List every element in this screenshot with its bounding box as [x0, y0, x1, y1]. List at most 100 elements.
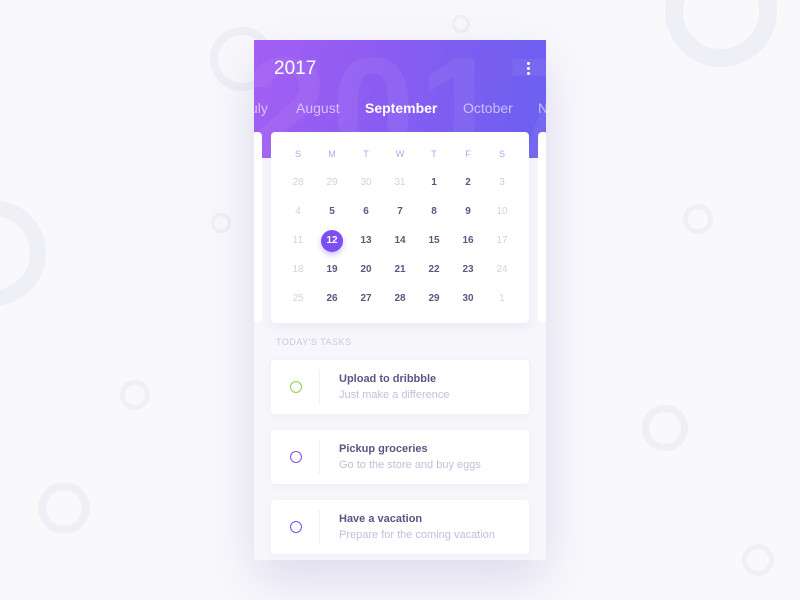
divider — [319, 370, 320, 404]
day-number: 2 — [465, 177, 471, 188]
task-checkbox-icon[interactable] — [290, 521, 302, 533]
day-number: 27 — [360, 293, 372, 304]
day-number: 12 — [321, 230, 343, 252]
tasks-section-title: TODAY'S TASKS — [276, 337, 352, 347]
task-title: Have a vacation — [339, 513, 423, 525]
month-july[interactable]: uly — [254, 100, 268, 116]
day-number: 29 — [428, 293, 440, 304]
decorative-ring — [683, 204, 713, 234]
calendar-day[interactable]: 22 — [417, 259, 451, 281]
weekday-label: F — [465, 149, 471, 159]
next-month-card[interactable] — [538, 132, 546, 322]
calendar-day[interactable]: 11 — [281, 230, 315, 252]
day-number: 1 — [499, 293, 505, 304]
task-subtitle: Just make a difference — [339, 389, 450, 401]
day-number: 19 — [326, 264, 338, 275]
decorative-ring — [742, 544, 774, 576]
day-number: 21 — [394, 264, 406, 275]
month-selector[interactable]: uly August September October N — [254, 100, 546, 120]
calendar-day[interactable]: 4 — [281, 201, 315, 223]
calendar-day[interactable]: 26 — [315, 288, 349, 310]
decorative-ring — [38, 482, 90, 534]
weekday-label: T — [363, 149, 369, 159]
decorative-ring — [452, 15, 470, 33]
calendar-day[interactable]: 28 — [281, 172, 315, 194]
calendar-day[interactable]: 9 — [451, 201, 485, 223]
year-title[interactable]: 2017 — [274, 58, 316, 80]
day-number: 11 — [292, 235, 304, 246]
calendar-day[interactable]: 1 — [417, 172, 451, 194]
calendar-week: 11 12 13 14 15 16 17 — [281, 230, 519, 252]
task-title: Upload to dribbble — [339, 373, 437, 385]
task-checkbox-icon[interactable] — [290, 451, 302, 463]
weekday-label: S — [498, 149, 505, 159]
calendar-week: 25 26 27 28 29 30 1 — [281, 288, 519, 310]
calendar-day[interactable]: 6 — [349, 201, 383, 223]
task-item[interactable]: Have a vacation Prepare for the coming va… — [271, 500, 529, 554]
day-number: 1 — [431, 177, 437, 188]
task-item[interactable]: Upload to dribbble Just make a difference — [271, 360, 529, 414]
calendar-day[interactable]: 17 — [485, 230, 519, 252]
calendar-day[interactable]: 16 — [451, 230, 485, 252]
calendar-card: SMTWTFS 28 29 30 31 1 2 3 4 5 6 7 8 9 10 11 12 13 14 15 16 1… — [271, 132, 529, 323]
day-number: 24 — [496, 264, 508, 275]
day-number: 9 — [465, 206, 471, 217]
task-checkbox-icon[interactable] — [290, 381, 302, 393]
calendar-day[interactable]: 1 — [485, 288, 519, 310]
calendar-day[interactable]: 29 — [417, 288, 451, 310]
calendar-day[interactable]: 10 — [485, 201, 519, 223]
calendar-day[interactable]: 29 — [315, 172, 349, 194]
calendar-day[interactable]: 27 — [349, 288, 383, 310]
calendar-day[interactable]: 31 — [383, 172, 417, 194]
calendar-day[interactable]: 5 — [315, 201, 349, 223]
day-number: 28 — [394, 293, 406, 304]
more-vertical-icon[interactable] — [524, 62, 532, 78]
day-number: 22 — [428, 264, 440, 275]
calendar-day[interactable]: 30 — [451, 288, 485, 310]
calendar-day[interactable]: 15 — [417, 230, 451, 252]
day-number: 25 — [292, 293, 304, 304]
calendar-day[interactable]: 7 — [383, 201, 417, 223]
day-number: 5 — [329, 206, 335, 217]
weekday-header: SMTWTFS — [281, 143, 519, 165]
day-number: 10 — [496, 206, 508, 217]
weekday-label: S — [294, 149, 301, 159]
day-number: 18 — [292, 264, 304, 275]
weekday-label: M — [328, 149, 336, 159]
day-number: 20 — [360, 264, 372, 275]
calendar-week: 4 5 6 7 8 9 10 — [281, 201, 519, 223]
calendar-day[interactable]: 18 — [281, 259, 315, 281]
divider — [319, 440, 320, 474]
task-subtitle: Go to the store and buy eggs — [339, 459, 481, 471]
day-number: 30 — [360, 177, 372, 188]
calendar-day[interactable]: 24 — [485, 259, 519, 281]
month-august[interactable]: August — [296, 100, 340, 116]
calendar-day[interactable]: 8 — [417, 201, 451, 223]
calendar-day[interactable]: 2 — [451, 172, 485, 194]
day-number: 13 — [360, 235, 372, 246]
day-number: 3 — [499, 177, 505, 188]
calendar-day[interactable]: 14 — [383, 230, 417, 252]
prev-month-card[interactable] — [254, 132, 262, 322]
weekday-label: T — [431, 149, 437, 159]
calendar-day[interactable]: 19 — [315, 259, 349, 281]
decorative-ring — [665, 0, 777, 67]
month-september[interactable]: September — [365, 100, 437, 116]
task-item[interactable]: Pickup groceries Go to the store and buy … — [271, 430, 529, 484]
calendar-day[interactable]: 3 — [485, 172, 519, 194]
day-number: 30 — [462, 293, 474, 304]
calendar-day[interactable]: 28 — [383, 288, 417, 310]
day-number: 23 — [462, 264, 474, 275]
calendar-week: 18 19 20 21 22 23 24 — [281, 259, 519, 281]
calendar-day[interactable]: 25 — [281, 288, 315, 310]
month-october[interactable]: October — [463, 100, 513, 116]
month-november[interactable]: N — [538, 100, 546, 116]
calendar-day[interactable]: 13 — [349, 230, 383, 252]
calendar-day[interactable]: 20 — [349, 259, 383, 281]
calendar-day[interactable]: 23 — [451, 259, 485, 281]
decorative-ring — [211, 213, 231, 233]
calendar-day[interactable]: 30 — [349, 172, 383, 194]
calendar-day[interactable]: 21 — [383, 259, 417, 281]
day-number: 7 — [397, 206, 403, 217]
calendar-day-selected[interactable]: 12 — [315, 230, 349, 252]
